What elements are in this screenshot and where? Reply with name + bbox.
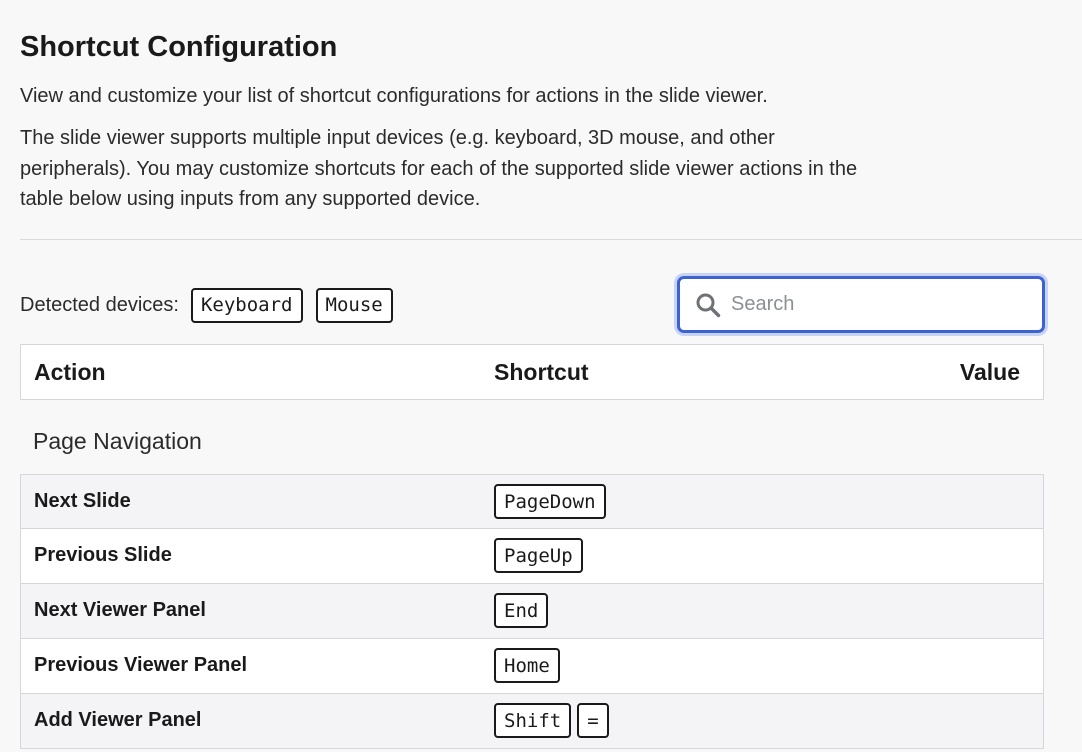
row-action-label: Next Slide <box>34 490 131 512</box>
row-action-label: Next Viewer Panel <box>34 599 206 621</box>
table-row[interactable]: Previous Viewer Panel Home <box>20 639 1044 694</box>
detected-devices-label: Detected devices: <box>20 293 179 316</box>
row-action-label: Previous Slide <box>34 544 172 566</box>
row-shortcut[interactable]: PageUp <box>494 538 589 573</box>
shortcut-key[interactable]: Shift <box>494 703 572 738</box>
row-shortcut[interactable]: End <box>494 593 554 628</box>
search-box[interactable] <box>677 276 1045 333</box>
shortcut-table: Action Shortcut Value Page Navigation Ne… <box>20 344 1044 749</box>
group-title-page-navigation: Page Navigation <box>33 428 202 454</box>
page-description-detail: The slide viewer supports multiple input… <box>20 127 858 210</box>
page-description: View and customize your list of shortcut… <box>20 85 768 107</box>
column-header-action: Action <box>34 359 106 385</box>
detected-devices: Detected devices: Keyboard Mouse <box>20 287 406 323</box>
table-row[interactable]: Add Viewer Panel Shift = <box>20 694 1044 749</box>
column-header-shortcut: Shortcut <box>494 359 589 385</box>
shortcut-key[interactable]: End <box>494 593 549 628</box>
shortcut-key[interactable]: Home <box>494 648 560 683</box>
search-input[interactable] <box>731 293 1021 316</box>
table-row[interactable]: Next Viewer Panel End <box>20 584 1044 639</box>
shortcut-key[interactable]: = <box>577 703 609 738</box>
group-rows-page-navigation: Next Slide PageDown Previous Slide PageU… <box>20 474 1044 749</box>
shortcut-key[interactable]: PageDown <box>494 484 606 519</box>
search-icon <box>696 293 721 317</box>
row-shortcut[interactable]: PageDown <box>494 484 612 519</box>
row-shortcut[interactable]: Shift = <box>494 703 615 738</box>
row-shortcut[interactable]: Home <box>494 648 566 683</box>
row-action-label: Previous Viewer Panel <box>34 654 248 676</box>
device-badge-mouse: Mouse <box>315 287 393 323</box>
table-row[interactable]: Previous Slide PageUp <box>20 529 1044 584</box>
page-title: Shortcut Configuration <box>20 31 338 63</box>
shortcut-key[interactable]: PageUp <box>494 538 583 573</box>
column-header-value: Value <box>959 359 1020 385</box>
shortcut-configuration-page: Shortcut Configuration View and customiz… <box>0 0 1082 752</box>
device-badge-keyboard: Keyboard <box>190 287 303 323</box>
table-header: Action Shortcut Value <box>20 344 1044 400</box>
section-divider <box>20 239 1082 240</box>
table-row[interactable]: Next Slide PageDown <box>20 474 1044 529</box>
row-action-label: Add Viewer Panel <box>34 709 202 731</box>
